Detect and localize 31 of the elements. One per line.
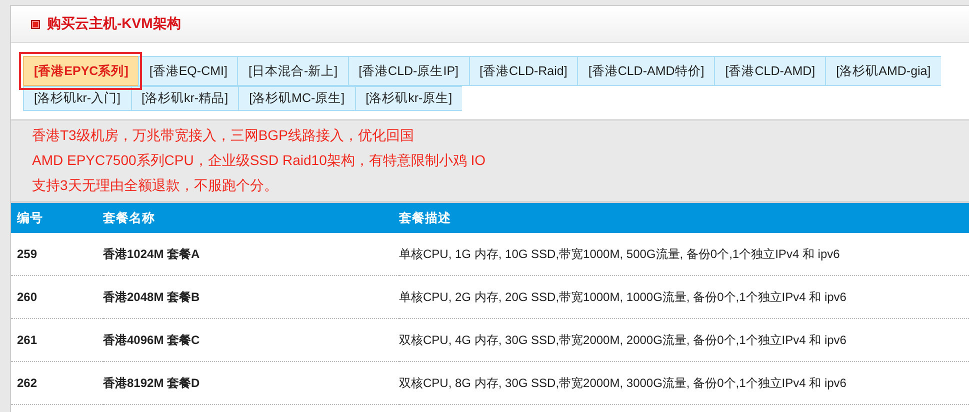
tab[interactable]: [日本混合-新上] — [237, 56, 348, 86]
tab[interactable]: [洛杉矶kr-精品] — [130, 86, 238, 111]
tab[interactable]: [香港CLD-AMD特价] — [577, 56, 714, 86]
table-cell: 双核CPU, 4G 内存, 30G SSD,带宽2000M, 2000G流量, 备份0个,1个独立IPv4 和 ipv6 — [399, 332, 846, 346]
table-cell: 香港8192M 套餐D — [103, 376, 200, 390]
tab[interactable]: [香港EQ-CMI] — [138, 56, 238, 86]
tab[interactable]: [洛杉矶kr-入门] — [23, 86, 131, 111]
notice-text: 支持3天无理由全额退款，不服跑个分。 — [32, 176, 279, 195]
table-cell: 单核CPU, 1G 内存, 10G SSD,带宽1000M, 500G流量, 备份0个,1个独立IPv4 和 ipv6 — [399, 246, 840, 260]
table-cell: 香港2048M 套餐B — [103, 290, 200, 304]
tab[interactable]: [香港CLD-Raid] — [468, 56, 578, 86]
column-header: 套餐描述 — [399, 210, 451, 224]
tab[interactable]: [洛杉矶kr-原生] — [354, 86, 462, 111]
bullet-icon — [31, 20, 40, 28]
tab[interactable]: [洛杉矶MC-原生] — [238, 86, 355, 111]
notice-text: 香港T3级机房，万兆带宽接入，三网BGP线路接入，优化回国 — [32, 126, 415, 145]
table-cell: 260 — [17, 290, 38, 304]
column-header: 套餐名称 — [103, 210, 155, 224]
tab[interactable]: [洛杉矶AMD-gia] — [825, 56, 941, 86]
table-cell: 261 — [17, 333, 38, 347]
table-cell: 双核CPU, 8G 内存, 30G SSD,带宽2000M, 3000G流量, 备份0个,1个独立IPv4 和 ipv6 — [399, 376, 846, 390]
panel-title: 购买云主机-KVM架构 — [47, 15, 181, 33]
table-cell: 单核CPU, 2G 内存, 20G SSD,带宽1000M, 1000G流量, 备份0个,1个独立IPv4 和 ipv6 — [399, 290, 846, 304]
table-cell: 香港1024M 套餐A — [103, 246, 200, 260]
tab[interactable]: [香港CLD-原生IP] — [348, 56, 469, 86]
table-cell: 262 — [17, 376, 38, 390]
column-header: 编号 — [17, 210, 43, 224]
table-cell: 香港4096M 套餐C — [103, 332, 200, 346]
tab[interactable]: [香港CLD-AMD] — [714, 56, 826, 86]
notice-text: AMD EPYC7500系列CPU，企业级SSD Raid10架构，有特意限制小鸡 IO — [32, 151, 487, 170]
table-cell: 259 — [17, 247, 38, 261]
